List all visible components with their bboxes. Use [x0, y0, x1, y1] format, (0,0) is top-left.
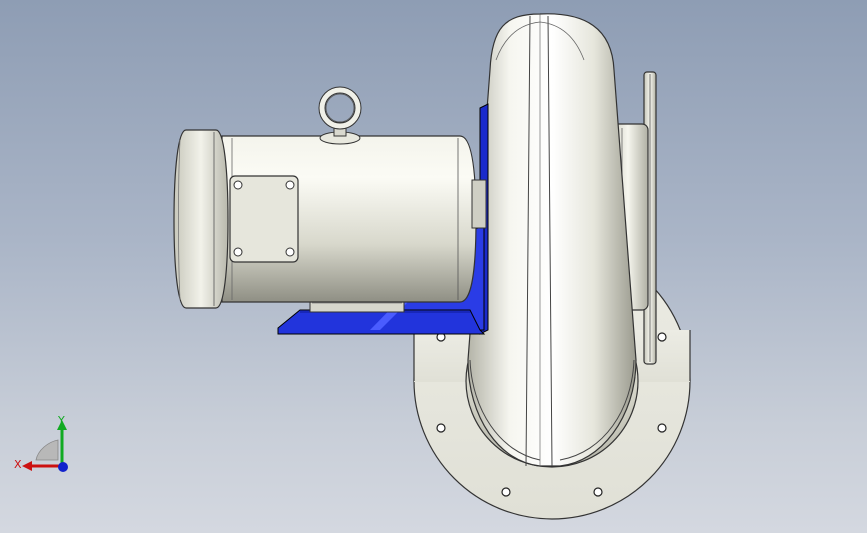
z-axis-dot — [58, 462, 68, 472]
x-axis-label: X — [14, 458, 22, 471]
triad-plane-shade — [35, 439, 59, 461]
blower-assembly-model[interactable] — [0, 0, 867, 533]
y-axis-label: Y — [57, 414, 65, 427]
cad-viewport[interactable]: Y X — [0, 0, 867, 533]
blower-scroll-housing[interactable] — [467, 13, 637, 467]
junction-box — [229, 175, 299, 263]
coordinate-triad: Y X — [12, 412, 76, 478]
motor[interactable] — [173, 129, 487, 313]
x-axis-arrowhead — [22, 461, 32, 471]
eye-bolt[interactable] — [318, 86, 362, 145]
